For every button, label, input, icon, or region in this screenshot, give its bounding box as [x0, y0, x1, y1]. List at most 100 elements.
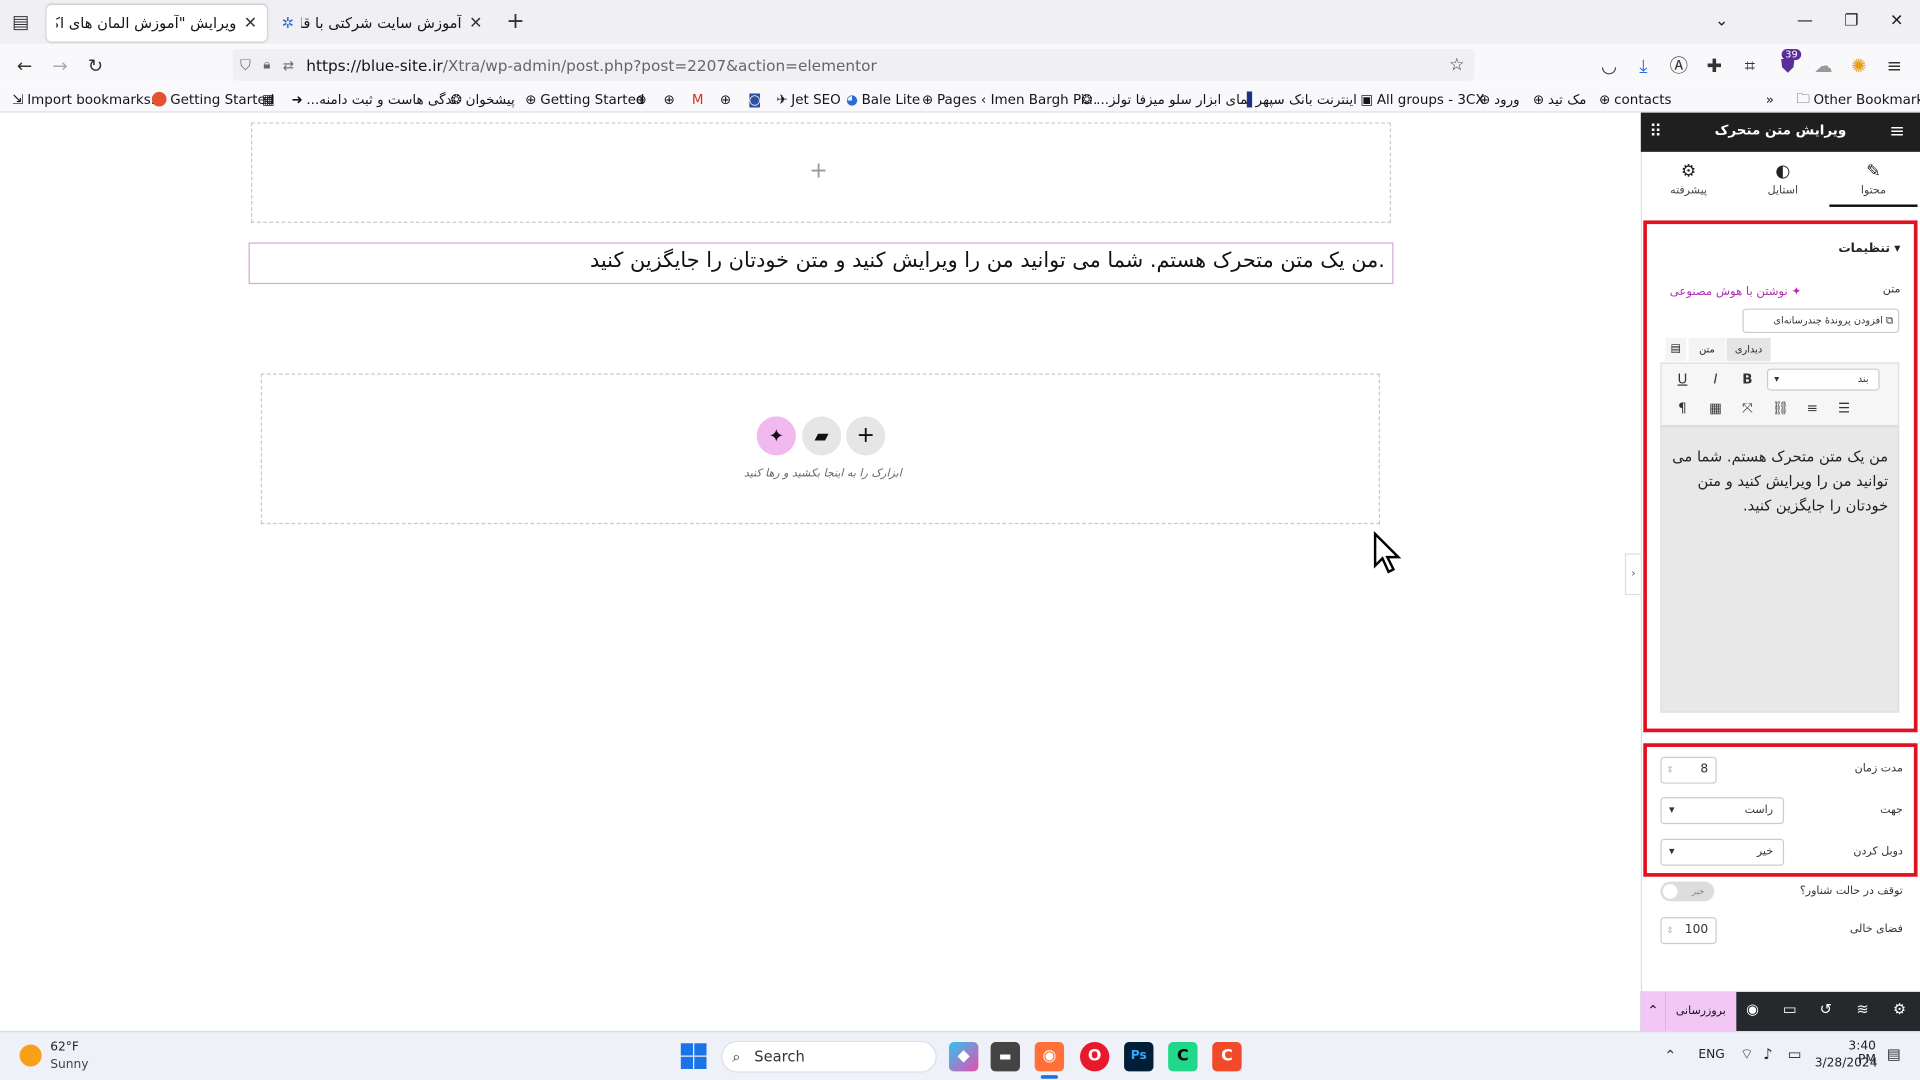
link-icon[interactable]: ⛓ [1771, 399, 1791, 419]
url-bar[interactable]: ⛉ 🔒︎ ⇄ https://blue-site.ir/Xtra/wp-admi… [232, 48, 1475, 81]
lock-icon[interactable]: 🔒︎ [263, 56, 270, 73]
bookmark-item[interactable]: ▐ اینترنت بانک سپهر [1242, 89, 1357, 109]
forward-icon[interactable]: → [47, 53, 74, 80]
rtl-paragraph-icon[interactable]: ¶ [1673, 399, 1693, 419]
extensions-icon[interactable]: ✚ [1701, 53, 1728, 80]
underline-icon[interactable]: U [1673, 370, 1693, 390]
language-indicator[interactable]: ENG [1698, 1048, 1724, 1061]
show-hidden-icons[interactable]: ⌃ [1664, 1047, 1676, 1064]
crop-icon[interactable]: ⌗ [1736, 53, 1763, 80]
bookmark-item[interactable]: ⇲ Import bookmarks... [12, 89, 163, 109]
hamburger-menu-icon[interactable]: ≡ [1889, 120, 1904, 142]
windows-start-icon[interactable] [680, 1043, 708, 1070]
volume-icon[interactable]: ♪ [1763, 1046, 1772, 1063]
battery-icon[interactable]: ▭ [1788, 1046, 1802, 1063]
ai-write-link[interactable]: ✦ نوشتن با هوش مصنوعی [1660, 285, 1802, 298]
widgets-grid-icon[interactable]: ⠿ [1649, 122, 1662, 142]
ai-sparkle-icon[interactable]: ✦ [756, 416, 796, 456]
tab-active[interactable]: ✕ ویرایش "آموزش المان های اکسترا – ما [46, 4, 267, 42]
close-tab-icon[interactable]: ✕ [244, 14, 257, 32]
toolbar-toggle-icon[interactable]: ▦ [1706, 399, 1726, 419]
other-bookmarks[interactable]: 🗀︎ Other Bookmarks [1796, 89, 1920, 109]
clock-date[interactable]: 3/28/2024 [1815, 1057, 1878, 1070]
add-widget-icon[interactable]: + [809, 158, 827, 184]
format-select[interactable]: بند ▾ [1766, 368, 1880, 391]
firefox-taskbar-icon[interactable]: ◉ [1034, 1042, 1065, 1072]
bookmark-star-icon[interactable]: ☆ [1449, 55, 1464, 75]
bookmark-item[interactable]: ⊕ [664, 89, 675, 109]
italic-icon[interactable]: I [1706, 370, 1726, 390]
list-all-tabs-icon[interactable]: ⌄ [1709, 10, 1733, 34]
collapse-panel-icon[interactable]: › [1624, 553, 1641, 596]
bookmark-item[interactable]: ⊕ [720, 89, 731, 109]
bookmark-item[interactable]: ❂ پیشخوان [451, 89, 515, 109]
add-media-button[interactable]: ⧉ افزودن پروندهٔ چندرسانه‌ای [1742, 308, 1900, 334]
opera-icon[interactable]: O [1080, 1042, 1110, 1072]
photoshop-icon[interactable]: Ps [1124, 1042, 1154, 1072]
section-toggle[interactable]: ▾ تنظیمات [1837, 242, 1900, 255]
bookmark-item[interactable]: ⊕ [636, 89, 647, 109]
bookmark-item[interactable]: Getting Started [151, 89, 274, 109]
back-icon[interactable]: ← [11, 53, 38, 80]
pocket-icon[interactable]: ◡ [1596, 53, 1623, 80]
pycharm-icon[interactable]: C [1168, 1042, 1198, 1072]
template-folder-icon[interactable]: ▰ [802, 416, 842, 456]
taskbar-search[interactable]: ⌕ Search [721, 1040, 937, 1073]
update-button[interactable]: بروزرسانی [1665, 991, 1737, 1032]
weather-sun-icon[interactable] [19, 1044, 42, 1067]
empty-section-top[interactable]: + [251, 122, 1392, 223]
responsive-icon[interactable]: ▭ [1783, 1000, 1797, 1017]
close-tab-icon[interactable]: ✕ [469, 14, 482, 32]
bold-icon[interactable]: B [1738, 370, 1758, 390]
weather-desc[interactable]: Sunny [50, 1058, 88, 1071]
bookmark-item[interactable]: ▣ All groups - 3CX [1360, 89, 1484, 109]
minimize-icon[interactable]: — [1793, 10, 1817, 34]
tab-content[interactable]: ✎ محتوا [1837, 162, 1910, 198]
bookmark-item[interactable]: ◕ Bale Lite [846, 89, 920, 109]
direction-select[interactable]: راست ▾ [1660, 797, 1785, 825]
tab-style[interactable]: ◐ استایل [1746, 162, 1819, 198]
fullscreen-icon[interactable]: ⤧ [1738, 399, 1758, 419]
bookmark-item[interactable]: ⊕ contacts [1599, 89, 1671, 109]
restore-icon[interactable]: ❐ [1839, 10, 1863, 34]
bookmark-item[interactable]: ⊕ Pages ‹ Imen Bargh Pi... [922, 89, 1097, 109]
sun-extension-icon[interactable]: ✺ [1845, 53, 1872, 80]
drop-zone[interactable]: ✦ ▰ + ابزارک را به اینجا بکشید و رها کنی… [260, 373, 1381, 525]
bookmark-item[interactable]: ✈ Jet SEO [776, 89, 840, 109]
camtasia-icon[interactable]: C [1212, 1042, 1242, 1072]
tab-list-icon[interactable]: ▤ [7, 9, 34, 36]
preview-eye-icon[interactable]: ◉ [1746, 1000, 1759, 1017]
bookmark-item[interactable]: ▦ [262, 89, 275, 109]
bookmark-item[interactable]: ◙ [748, 89, 761, 109]
permissions-icon[interactable]: ⇄ [283, 57, 294, 73]
editor-tab-visual[interactable]: دیداری [1726, 337, 1771, 362]
bookmark-item[interactable]: ❂ ...نمای ابزار سلو میزفا تولز [1081, 89, 1252, 109]
site-settings-gear-icon[interactable]: ⚙ [1893, 1000, 1906, 1017]
duration-input[interactable]: ⇳ 8 [1660, 756, 1717, 784]
space-input[interactable]: ⇳ 100 [1660, 917, 1717, 945]
file-explorer-icon[interactable]: ▬ [990, 1042, 1021, 1072]
numbered-list-icon[interactable]: ≡ [1802, 399, 1822, 419]
copilot-icon[interactable]: ◆ [948, 1042, 979, 1072]
close-window-icon[interactable]: ✕ [1884, 10, 1908, 34]
more-bookmarks-icon[interactable]: » [1766, 89, 1774, 109]
pause-hover-toggle[interactable]: خیر [1660, 881, 1715, 902]
update-options-icon[interactable]: ⌃ [1640, 991, 1666, 1032]
account-icon[interactable]: Ⓐ [1665, 53, 1692, 80]
bookmark-item[interactable]: ⊕ مک تید [1533, 89, 1586, 109]
rich-text-editor[interactable]: من یک متن متحرک هستم. شما می توانید من ر… [1660, 426, 1900, 713]
bookmark-item[interactable]: M [692, 89, 704, 109]
bookmark-item[interactable]: ⊕ Getting Started [525, 89, 644, 109]
bookmark-item[interactable]: ⊕ ورود [1479, 89, 1519, 109]
history-icon[interactable]: ↺ [1820, 1000, 1832, 1017]
bookmark-item[interactable]: ➜ ...ندگی هاست و ثبت دامنه [291, 89, 456, 109]
wifi-icon[interactable]: ⌔ [1740, 1046, 1754, 1064]
notifications-icon[interactable]: ▤ [1887, 1046, 1901, 1063]
menu-icon[interactable]: ≡ [1881, 53, 1908, 80]
weather-temp[interactable]: 62°F [50, 1041, 79, 1054]
editor-settings-icon[interactable]: ▤ [1665, 337, 1687, 362]
moving-text-widget[interactable]: .من یک متن متحرک هستم. شما می توانید من … [248, 242, 1394, 285]
downloads-icon[interactable]: ⤓ [1630, 53, 1657, 80]
loop-select[interactable]: خیر ▾ [1660, 838, 1785, 866]
cloud-icon[interactable]: ☁ [1810, 53, 1837, 80]
